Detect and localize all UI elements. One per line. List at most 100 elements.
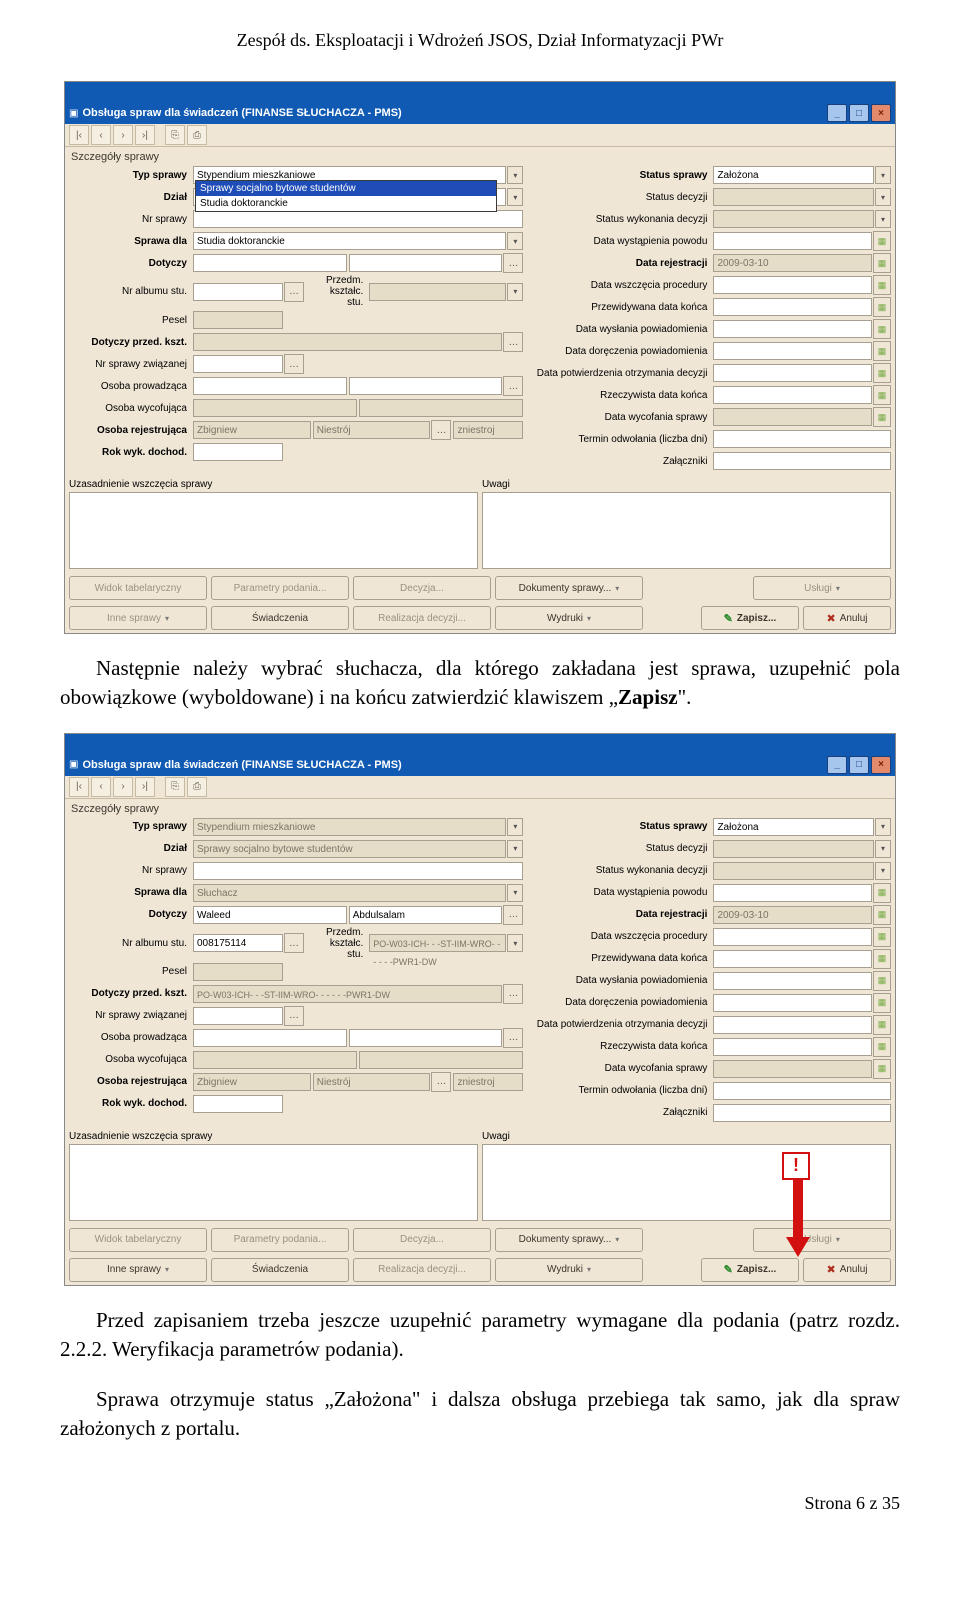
cal-przew-konca[interactable]: ▦ [873,949,891,969]
input-data-wszcz[interactable] [713,276,872,294]
uslugi-button[interactable]: Usługi▾ [753,1228,891,1252]
input-nr-albumu[interactable] [193,283,283,301]
input-data-wszcz[interactable] [713,928,872,946]
input-data-dor[interactable] [713,994,872,1012]
input-zwiazanej[interactable] [193,1007,283,1025]
dropdown-option[interactable]: Studia doktoranckie [196,196,496,211]
dropdown-sprawa-dla[interactable]: ▾ [507,884,523,902]
cal-data-rej[interactable]: ▦ [873,905,891,925]
lookup-kszt[interactable]: … [503,332,523,352]
nav-tool-2[interactable]: ⎙ [187,125,207,145]
lookup-prow[interactable]: … [503,1028,523,1048]
textarea-uwagi[interactable] [482,492,891,569]
minimize-button[interactable]: _ [827,104,847,122]
uslugi-button[interactable]: Usługi▾ [753,576,891,600]
input-prow-2[interactable] [349,1029,503,1047]
input-sprawa-dla[interactable]: Studia doktoranckie [193,232,506,250]
input-data-wysl[interactable] [713,320,872,338]
cal-rzecz-konca[interactable]: ▦ [873,385,891,405]
cal-data-wyst[interactable]: ▦ [873,883,891,903]
param-button[interactable]: Parametry podania... [211,576,349,600]
cal-data-wycof[interactable]: ▦ [873,407,891,427]
decyzja-button[interactable]: Decyzja... [353,576,491,600]
lookup-dotyczy[interactable]: … [503,905,523,925]
textarea-uzasadnienie[interactable] [69,492,478,569]
dropdown-sprawa-dla[interactable]: ▾ [507,232,523,250]
input-przew-konca[interactable] [713,298,872,316]
input-prow-2[interactable] [349,377,503,395]
inne-button[interactable]: Inne sprawy▾ [69,606,207,630]
nav-last-button[interactable]: ›| [135,777,155,797]
dropdown-przedm[interactable]: ▾ [507,934,523,952]
input-zalaczniki[interactable] [713,452,891,470]
close-button[interactable]: × [871,104,891,122]
cal-data-potw[interactable]: ▦ [873,363,891,383]
cal-rzecz-konca[interactable]: ▦ [873,1037,891,1057]
close-button[interactable]: × [871,756,891,774]
input-dotyczy-2[interactable] [349,254,503,272]
cal-data-wysl[interactable]: ▦ [873,971,891,991]
anuluj-button[interactable]: ✖Anuluj [803,606,891,630]
input-status-2[interactable]: Założona [713,818,874,836]
input-przew-konca[interactable] [713,950,872,968]
dropdown-status[interactable]: ▾ [875,166,891,184]
input-nr[interactable] [193,210,523,228]
input-data-potw[interactable] [713,364,872,382]
lookup-nr-albumu[interactable]: … [284,933,304,953]
input-data-dor[interactable] [713,342,872,360]
input-prow-1[interactable] [193,1029,347,1047]
dropdown-status-dec[interactable]: ▾ [875,188,891,206]
dropdown-dzial[interactable]: ▾ [507,840,523,858]
decyzja-button[interactable]: Decyzja... [353,1228,491,1252]
input-data-wyst[interactable] [713,232,872,250]
lookup-prow[interactable]: … [503,376,523,396]
input-status[interactable]: Założona [713,166,874,184]
input-rzecz-konca[interactable] [713,1038,872,1056]
input-zwiazanej[interactable] [193,355,283,373]
nav-tool-1[interactable]: ⎘ [165,777,185,797]
input-zalaczniki[interactable] [713,1104,891,1122]
open-dropdown-sprawa-dla[interactable]: Sprawy socjalno bytowe studentów Studia … [195,180,497,212]
cal-data-wyst[interactable]: ▦ [873,231,891,251]
wydruki-button[interactable]: Wydruki▾ [495,1258,643,1282]
input-nr[interactable] [193,862,523,880]
input-data-wyst[interactable] [713,884,872,902]
realizacja-button[interactable]: Realizacja decyzji... [353,1258,491,1282]
dropdown-status-wyk[interactable]: ▾ [875,210,891,228]
lookup-rej[interactable]: … [431,420,451,440]
nav-tool-1[interactable]: ⎘ [165,125,185,145]
input-termin-odw[interactable] [713,1082,891,1100]
zapisz-button[interactable]: ✎Zapisz... [701,606,799,630]
textarea-uzasadnienie[interactable] [69,1144,478,1221]
lookup-kszt[interactable]: … [503,984,523,1004]
input-rok[interactable] [193,1095,283,1113]
cal-data-potw[interactable]: ▦ [873,1015,891,1035]
lookup-zwiazanej[interactable]: … [284,1006,304,1026]
inne-button[interactable]: Inne sprawy▾ [69,1258,207,1282]
nav-last-button[interactable]: ›| [135,125,155,145]
nav-first-button[interactable]: |‹ [69,125,89,145]
dropdown-status[interactable]: ▾ [875,818,891,836]
realizacja-button[interactable]: Realizacja decyzji... [353,606,491,630]
wydruki-button[interactable]: Wydruki▾ [495,606,643,630]
dropdown-przedm[interactable]: ▾ [507,283,523,301]
input-dotyczy2-2[interactable]: Abdulsalam [349,906,503,924]
zapisz-button[interactable]: ✎Zapisz... [701,1258,799,1282]
dropdown-option-selected[interactable]: Sprawy socjalno bytowe studentów [196,181,496,196]
dokumenty-button[interactable]: Dokumenty sprawy...▾ [495,1228,643,1252]
swiadczenia-button[interactable]: Świadczenia [211,606,349,630]
dokumenty-button[interactable]: Dokumenty sprawy...▾ [495,576,643,600]
dropdown-dzial[interactable]: ▾ [507,188,523,206]
lookup-rej[interactable]: … [431,1072,451,1092]
input-termin-odw[interactable] [713,430,891,448]
minimize-button[interactable]: _ [827,756,847,774]
anuluj-button[interactable]: ✖Anuluj [803,1258,891,1282]
input-dotyczy2-1[interactable]: Waleed [193,906,347,924]
input-data-wysl[interactable] [713,972,872,990]
nav-next-button[interactable]: › [113,777,133,797]
cal-data-wszcz[interactable]: ▦ [873,275,891,295]
param-button[interactable]: Parametry podania... [211,1228,349,1252]
nav-tool-2[interactable]: ⎙ [187,777,207,797]
input-data-potw[interactable] [713,1016,872,1034]
widok-button[interactable]: Widok tabelaryczny [69,1228,207,1252]
